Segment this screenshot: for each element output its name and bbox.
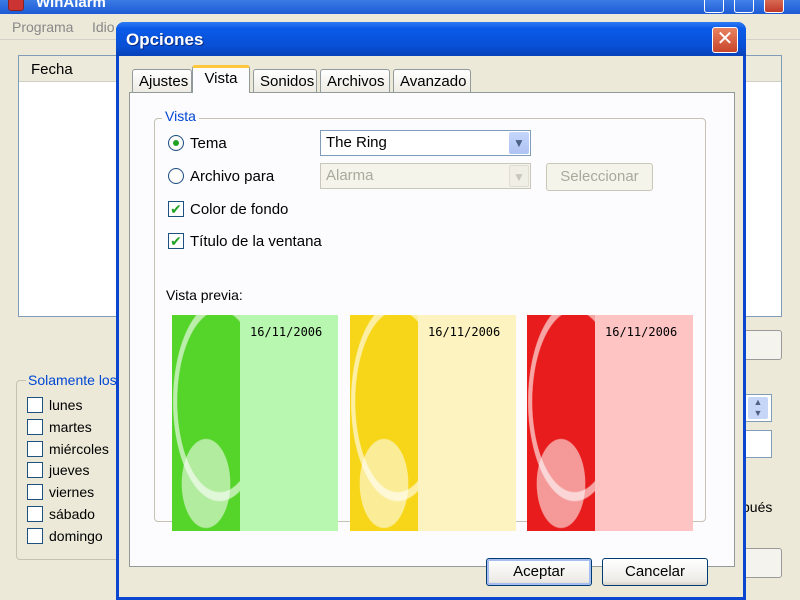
tema-radio-row[interactable]: Tema xyxy=(168,133,227,153)
menu-idioma[interactable]: Idio xyxy=(92,19,115,35)
preview-yellow: 16/11/2006 xyxy=(350,315,516,531)
titulo-ventana-label: Título de la ventana xyxy=(190,232,322,250)
spinner-arrows-icon[interactable]: ▲ ▼ xyxy=(748,397,768,419)
tema-radio[interactable] xyxy=(168,135,184,151)
tema-value: The Ring xyxy=(326,134,387,151)
color-fondo-label: Color de fondo xyxy=(190,200,289,218)
dialog-title: Opciones xyxy=(126,30,204,49)
day-checkbox-jueves[interactable]: jueves xyxy=(27,461,89,479)
checkbox[interactable] xyxy=(27,506,43,522)
main-partial-label: pués xyxy=(742,499,773,515)
archivo-dropdown: Alarma ▼ xyxy=(320,163,531,189)
preview-theme-bar xyxy=(350,315,418,531)
day-checkbox-sabado[interactable]: sábado xyxy=(27,505,95,523)
chevron-down-icon: ▼ xyxy=(509,165,529,187)
main-titlebar: WinAlarm xyxy=(0,0,800,14)
titulo-ventana-row[interactable]: ✔ Título de la ventana xyxy=(168,231,322,251)
preview-green: 16/11/2006 xyxy=(172,315,338,531)
options-dialog: Opciones ✕ Ajustes Vista Sonidos Archivo… xyxy=(116,22,746,600)
tab-avanzado[interactable]: Avanzado xyxy=(393,69,471,93)
tema-label: Tema xyxy=(190,134,227,152)
day-checkbox-viernes[interactable]: viernes xyxy=(27,483,94,501)
day-label: sábado xyxy=(49,506,95,522)
column-fecha[interactable]: Fecha xyxy=(31,61,73,78)
tab-archivos[interactable]: Archivos xyxy=(320,69,390,93)
preview-body xyxy=(418,315,516,531)
day-label: miércoles xyxy=(49,441,109,457)
tema-dropdown[interactable]: The Ring ▼ xyxy=(320,130,531,156)
tab-vista[interactable]: Vista xyxy=(192,65,250,93)
preview-theme-bar xyxy=(172,315,240,531)
preview-date: 16/11/2006 xyxy=(605,325,678,339)
tab-sonidos[interactable]: Sonidos xyxy=(253,69,317,93)
tab-ajustes[interactable]: Ajustes xyxy=(132,69,192,93)
preview-theme-bar xyxy=(527,315,595,531)
checkbox[interactable] xyxy=(27,528,43,544)
close-icon: ✕ xyxy=(716,28,734,50)
chevron-down-icon[interactable]: ▼ xyxy=(509,132,529,154)
app-icon xyxy=(8,0,24,11)
archivo-value: Alarma xyxy=(326,167,374,184)
preview-red: 16/11/2006 xyxy=(527,315,693,531)
checkbox[interactable] xyxy=(27,484,43,500)
checkbox[interactable] xyxy=(27,441,43,457)
color-fondo-row[interactable]: ✔ Color de fondo xyxy=(168,199,288,219)
day-label: lunes xyxy=(49,397,83,413)
preview-label: Vista previa: xyxy=(166,287,243,303)
main-close-button[interactable] xyxy=(764,0,784,13)
dialog-close-button[interactable]: ✕ xyxy=(712,27,738,53)
checkbox[interactable] xyxy=(27,419,43,435)
archivo-radio-row[interactable]: Archivo para xyxy=(168,166,274,186)
menu-programa[interactable]: Programa xyxy=(12,19,73,35)
preview-body xyxy=(240,315,338,531)
vista-tab-panel: Vista Tema The Ring ▼ Archivo para Alarm… xyxy=(129,92,735,567)
preview-date: 16/11/2006 xyxy=(428,325,501,339)
day-checkbox-domingo[interactable]: domingo xyxy=(27,527,103,545)
day-label: viernes xyxy=(49,484,95,500)
preview-body xyxy=(595,315,693,531)
titulo-ventana-checkbox[interactable]: ✔ xyxy=(168,233,184,249)
color-fondo-checkbox[interactable]: ✔ xyxy=(168,201,184,217)
cancelar-button[interactable]: Cancelar xyxy=(602,558,708,586)
day-label: martes xyxy=(49,419,92,435)
day-label: jueves xyxy=(49,462,90,478)
archivo-radio[interactable] xyxy=(168,168,184,184)
archivo-label: Archivo para xyxy=(190,167,275,185)
dialog-titlebar[interactable]: Opciones ✕ xyxy=(116,22,746,56)
checkbox[interactable] xyxy=(27,462,43,478)
checkbox[interactable] xyxy=(27,397,43,413)
main-side-button[interactable] xyxy=(742,330,782,360)
preview-date: 16/11/2006 xyxy=(250,325,323,339)
day-checkbox-miercoles[interactable]: miércoles xyxy=(27,440,109,458)
maximize-button[interactable] xyxy=(734,0,754,13)
main-window-title: WinAlarm xyxy=(36,0,106,11)
day-checkbox-lunes[interactable]: lunes xyxy=(27,396,82,414)
vista-group-label: Vista xyxy=(162,108,199,124)
days-group-label: Solamente los xyxy=(26,372,119,388)
main-text-field[interactable] xyxy=(744,430,772,458)
aceptar-button[interactable]: Aceptar xyxy=(486,558,592,586)
day-checkbox-martes[interactable]: martes xyxy=(27,418,92,436)
seleccionar-button: Seleccionar xyxy=(546,163,653,191)
main-bottom-button[interactable] xyxy=(742,548,782,578)
day-label: domingo xyxy=(49,528,103,544)
minimize-button[interactable] xyxy=(704,0,724,13)
